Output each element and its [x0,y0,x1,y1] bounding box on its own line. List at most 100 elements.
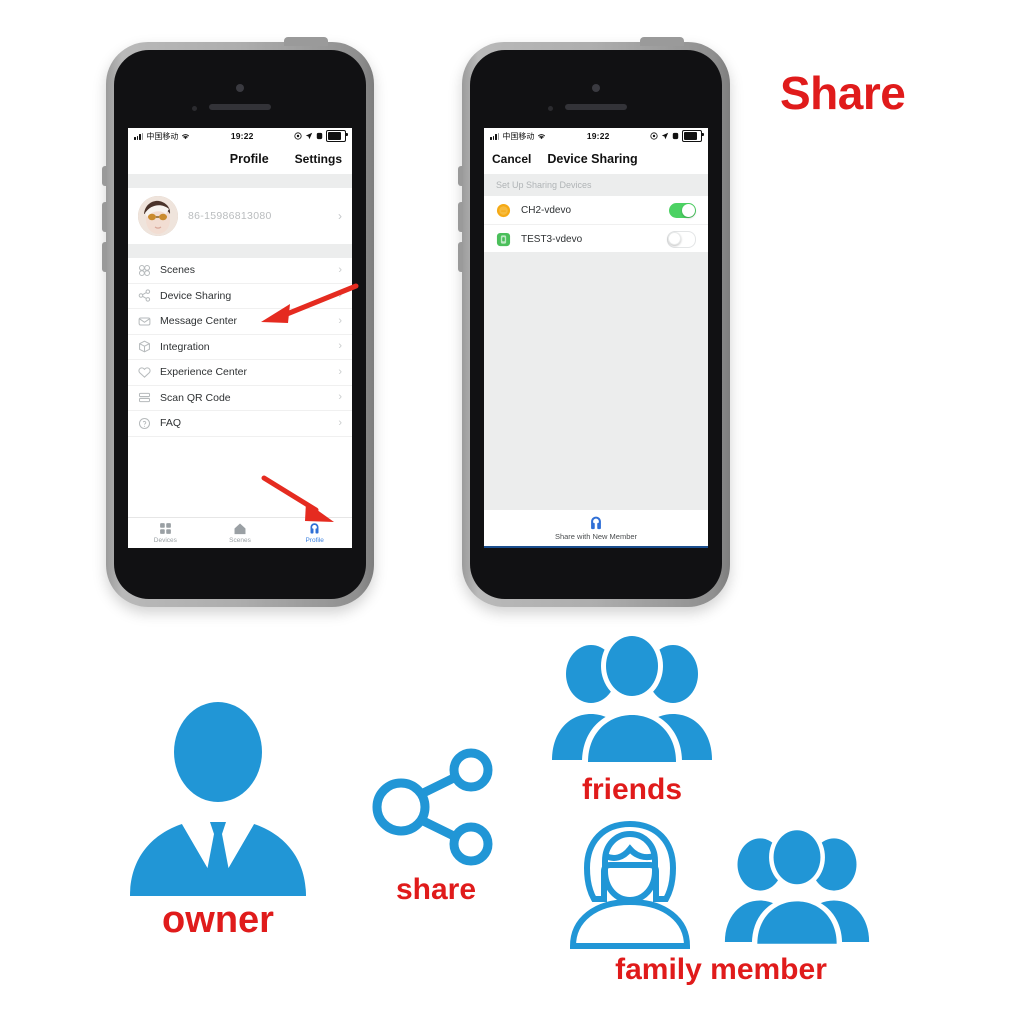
clock-label: 19:22 [230,131,254,141]
woman-outline-icon [569,820,691,949]
scan-lines-icon [138,391,151,404]
carrier-label: 中国移动 [502,131,535,141]
heart-icon [138,366,151,379]
nav-bar: Cancel Device Sharing [484,144,708,174]
phone1-screen: 中国移动 19:22 Profile Settings 86-159868130… [128,128,352,548]
proximity-sensor-icon [548,106,553,111]
cube-icon [138,340,151,353]
menu-item-scenes[interactable]: Scenes › [128,258,352,284]
volume-down-button[interactable] [458,242,463,272]
device-row[interactable]: CH2-vdevo [484,196,708,225]
menu-item-scan-qr-code[interactable]: Scan QR Code › [128,386,352,411]
group-of-three-filled-icon [724,825,870,944]
battery-icon [682,130,704,142]
mute-switch[interactable] [458,166,463,186]
chevron-right-icon: › [338,365,342,378]
volume-up-button[interactable] [458,202,463,232]
owner-figure: owner [118,700,318,942]
status-bar: 中国移动 19:22 [128,128,352,144]
menu-item-faq[interactable]: FAQ › [128,411,352,437]
section-spacer-2 [128,244,352,258]
page-title-device-sharing: Device Sharing [547,152,638,166]
person-icon [591,516,601,530]
profile-account-row[interactable]: 86-15986813080 › [128,188,352,244]
device-share-toggle[interactable] [667,230,696,248]
section-spacer [128,174,352,188]
chevron-right-icon: › [338,289,342,302]
share-figure: share [372,748,500,907]
tab-label: Profile [305,537,324,544]
share-nodes-icon [138,289,151,302]
profile-menu-list: Scenes › Device Sharing › Message Center… [128,258,352,437]
earpiece-speaker [565,104,627,110]
tab-profile[interactable]: Profile [277,518,352,548]
bottom-tab-bar: Devices Scenes Profile [128,517,352,548]
envelope-icon [138,315,151,328]
chevron-right-icon: › [338,416,342,429]
family-member-figure: family member [556,816,886,987]
menu-item-label: Scan QR Code [160,391,231,404]
tab-scenes[interactable]: Scenes [203,518,278,548]
cancel-button[interactable]: Cancel [492,152,531,166]
page-title: Share [780,67,906,119]
status-bar: 中国移动 19:22 [484,128,708,144]
chevron-right-icon: › [338,314,342,327]
device-share-toggle[interactable] [669,202,696,218]
menu-item-experience-center[interactable]: Experience Center › [128,360,352,386]
front-camera-icon [592,84,600,92]
rotation-lock-icon [316,132,323,140]
green-square-device-icon [496,232,511,247]
power-button[interactable] [284,37,328,46]
phone2-screen: 中国移动 19:22 Cancel Device Sharing Set Up … [484,128,708,548]
menu-item-label: Message Center [160,315,238,328]
phone-profile-screen: 中国移动 19:22 Profile Settings 86-159868130… [102,37,374,607]
page-title-profile: Profile [229,152,269,166]
menu-item-message-center[interactable]: Message Center › [128,309,352,335]
proximity-sensor-icon [192,106,197,111]
battery-icon [326,130,348,142]
group-of-three-filled-icon [552,631,712,762]
phone-device-sharing-screen: 中国移动 19:22 Cancel Device Sharing Set Up … [458,37,730,607]
device-name: CH2-vdevo [521,204,572,216]
signal-bars-icon [134,132,144,140]
power-button[interactable] [640,37,684,46]
volume-up-button[interactable] [102,202,107,232]
clock-label: 19:22 [586,131,610,141]
front-camera-icon [236,84,244,92]
poster-canvas: Share 中国移动 19:22 Profile Settings 86-159… [0,0,1010,1010]
menu-item-label: Device Sharing [160,289,232,302]
mute-switch[interactable] [102,166,107,186]
share-button-label: Share with New Member [554,532,638,541]
device-row[interactable]: TEST3-vdevo [484,225,708,254]
menu-item-label: Integration [160,340,210,353]
wifi-icon [182,134,190,140]
rotation-lock-icon [672,132,679,140]
owner-caption: owner [162,899,274,941]
menu-item-integration[interactable]: Integration › [128,335,352,360]
empty-list-area [484,252,708,512]
family-member-caption: family member [615,953,827,986]
tab-label: Devices [153,537,177,544]
chevron-right-icon: › [338,263,342,276]
phone-bezel: 中国移动 19:22 [470,50,722,599]
tab-devices[interactable]: Devices [128,518,203,548]
account-phone-number: 86-15986813080 [188,210,272,222]
menu-item-device-sharing[interactable]: Device Sharing › [128,284,352,309]
share-with-new-member-button[interactable]: Share with New Member [484,510,708,548]
settings-button[interactable]: Settings [295,152,342,166]
wifi-icon [538,134,546,140]
device-name: TEST3-vdevo [521,233,583,245]
alarm-icon [650,132,658,140]
signal-bars-icon [490,132,500,140]
menu-item-label: Scenes [160,264,196,277]
phone-bezel: 中国移动 19:22 [114,50,366,599]
friends-caption: friends [581,773,683,806]
grid-squares-icon [159,523,171,534]
menu-item-label: FAQ [160,417,182,430]
volume-down-button[interactable] [102,242,107,272]
question-circle-icon [138,417,151,430]
home-icon [234,523,246,535]
friends-figure: friends [548,628,716,807]
device-list: CH2-vdevo TEST3-vdevo [484,196,708,254]
chevron-right-icon: › [338,391,342,404]
